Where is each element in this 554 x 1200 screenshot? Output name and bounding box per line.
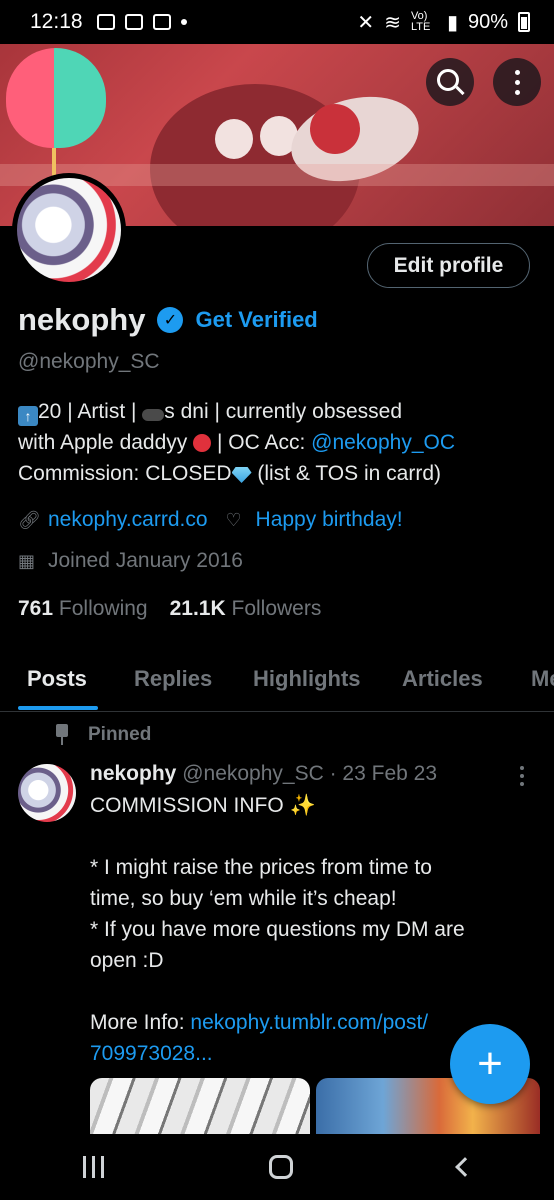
post-author-avatar[interactable] — [18, 764, 76, 822]
bio-text: with Apple daddyy — [18, 431, 188, 454]
back-button[interactable] — [454, 1157, 475, 1177]
post-line: COMMISSION INFO — [90, 794, 290, 817]
more-vertical-icon — [514, 69, 520, 95]
following-count: 761 — [18, 597, 54, 620]
tumblr-link[interactable]: 709973028... — [90, 1042, 213, 1065]
more-notifications-icon — [180, 19, 187, 25]
notification-icons — [96, 14, 187, 30]
more-info-label: More Info: — [90, 1011, 191, 1034]
bio-text: s dni | currently obsessed — [164, 400, 403, 423]
profile-bio: ↑ 20 | Artist | s dni | currently obsesse… — [18, 396, 538, 489]
following-label: Following — [58, 597, 148, 620]
ant-emoji-icon — [142, 409, 165, 421]
balloon-icon: ♡ — [225, 509, 242, 530]
birthday-link[interactable]: Happy birthday! — [256, 508, 403, 532]
more-vertical-icon — [520, 766, 524, 786]
mute-icon: ✕ — [357, 11, 375, 34]
plus-icon: + — [477, 1039, 503, 1088]
system-indicators: ✕ ≋ Vo) LTE ▮ 90% — [357, 10, 530, 35]
bio-text: 20 | Artist | — [38, 400, 137, 423]
post-more-button[interactable] — [520, 766, 524, 786]
profile-name-row: nekophy ✓ Get Verified — [18, 302, 318, 338]
battery-icon — [518, 12, 530, 32]
tab-highlights[interactable]: Highlights — [253, 666, 361, 692]
more-options-button[interactable] — [493, 58, 541, 106]
tab-media[interactable]: Me — [531, 666, 554, 692]
profile-avatar[interactable] — [12, 173, 126, 287]
network-label: Vo) LTE — [410, 10, 431, 33]
status-time: 12:18 — [30, 10, 83, 33]
tumblr-link[interactable]: nekophy.tumblr.com/post/ — [190, 1011, 428, 1034]
post-meta: @nekophy_SC · 23 Feb 23 — [182, 762, 438, 785]
following-link[interactable]: 761 Following — [18, 597, 148, 621]
birthday-balloon-icon — [6, 48, 106, 148]
post-line: open :D — [90, 949, 164, 972]
profile-tabs: Posts Replies Highlights Articles Me — [0, 648, 554, 712]
compose-button[interactable]: + — [450, 1024, 530, 1104]
followers-link[interactable]: 21.1K Followers — [170, 597, 322, 621]
up-arrow-emoji-icon: ↑ — [18, 406, 38, 426]
gem-emoji-icon — [231, 467, 252, 483]
active-tab-indicator — [18, 706, 98, 710]
post-line: * I might raise the prices from time to — [90, 856, 432, 879]
post-line: time, so buy ‘em while it’s cheap! — [90, 887, 397, 910]
bio-text: | OC Acc: — [211, 431, 312, 454]
discord-icon — [124, 14, 143, 30]
pinned-label: Pinned — [88, 724, 152, 745]
website-link[interactable]: nekophy.carrd.co — [48, 508, 208, 532]
calendar-icon: ▦ — [18, 550, 36, 571]
profile-meta-row: 🔗︎ nekophy.carrd.co ♡ Happy birthday! — [18, 508, 403, 532]
post-header: nekophy @nekophy_SC · 23 Feb 23 — [90, 762, 437, 786]
search-button[interactable] — [426, 58, 474, 106]
edit-profile-button[interactable]: Edit profile — [367, 243, 530, 288]
gallery-icon — [96, 14, 115, 30]
profile-handle: @nekophy_SC — [18, 350, 160, 373]
get-verified-link[interactable]: Get Verified — [195, 307, 317, 333]
pin-icon — [52, 724, 72, 746]
banner-art — [310, 104, 360, 154]
followers-count: 21.1K — [169, 597, 226, 620]
pinned-indicator: Pinned — [52, 724, 151, 746]
battery-percent: 90% — [467, 10, 508, 33]
banner-art-eye — [215, 119, 253, 159]
system-navigation-bar — [0, 1134, 554, 1200]
post-body: COMMISSION INFO ✨ * I might raise the pr… — [90, 790, 530, 1069]
oc-account-link[interactable]: @nekophy_OC — [311, 431, 455, 454]
bio-text: (list & TOS in carrd) — [251, 462, 441, 485]
post-line — [90, 821, 530, 852]
joined-date: ▦ Joined January 2016 — [18, 549, 243, 573]
home-button[interactable] — [268, 1155, 293, 1179]
link-icon: 🔗︎ — [18, 509, 41, 530]
tab-replies[interactable]: Replies — [134, 666, 212, 692]
tab-posts[interactable]: Posts — [27, 666, 87, 692]
wifi-icon: ≋ — [384, 11, 401, 34]
joined-text: Joined January 2016 — [48, 549, 243, 572]
search-icon — [437, 69, 459, 91]
verified-badge-icon[interactable]: ✓ — [157, 307, 184, 333]
sparkles-emoji-icon: ✨ — [289, 794, 316, 817]
game-controller-icon — [152, 14, 171, 30]
follow-counts: 761 Following 21.1K Followers — [18, 597, 321, 621]
apple-emoji-icon — [193, 434, 212, 452]
post-author-name[interactable]: nekophy — [90, 762, 176, 785]
display-name: nekophy — [18, 302, 146, 337]
followers-label: Followers — [231, 597, 322, 620]
signal-icon: ▮ — [446, 11, 458, 34]
bio-text: Commission: CLOSED — [18, 462, 232, 485]
recents-button[interactable] — [82, 1156, 104, 1178]
post-line — [90, 976, 530, 1007]
post-line: * If you have more questions my DM are — [90, 918, 465, 941]
tab-articles[interactable]: Articles — [402, 666, 483, 692]
avatar-image — [17, 178, 121, 282]
post-image[interactable] — [90, 1078, 310, 1134]
status-bar: 12:18 ✕ ≋ Vo) LTE ▮ 90% — [0, 0, 554, 44]
